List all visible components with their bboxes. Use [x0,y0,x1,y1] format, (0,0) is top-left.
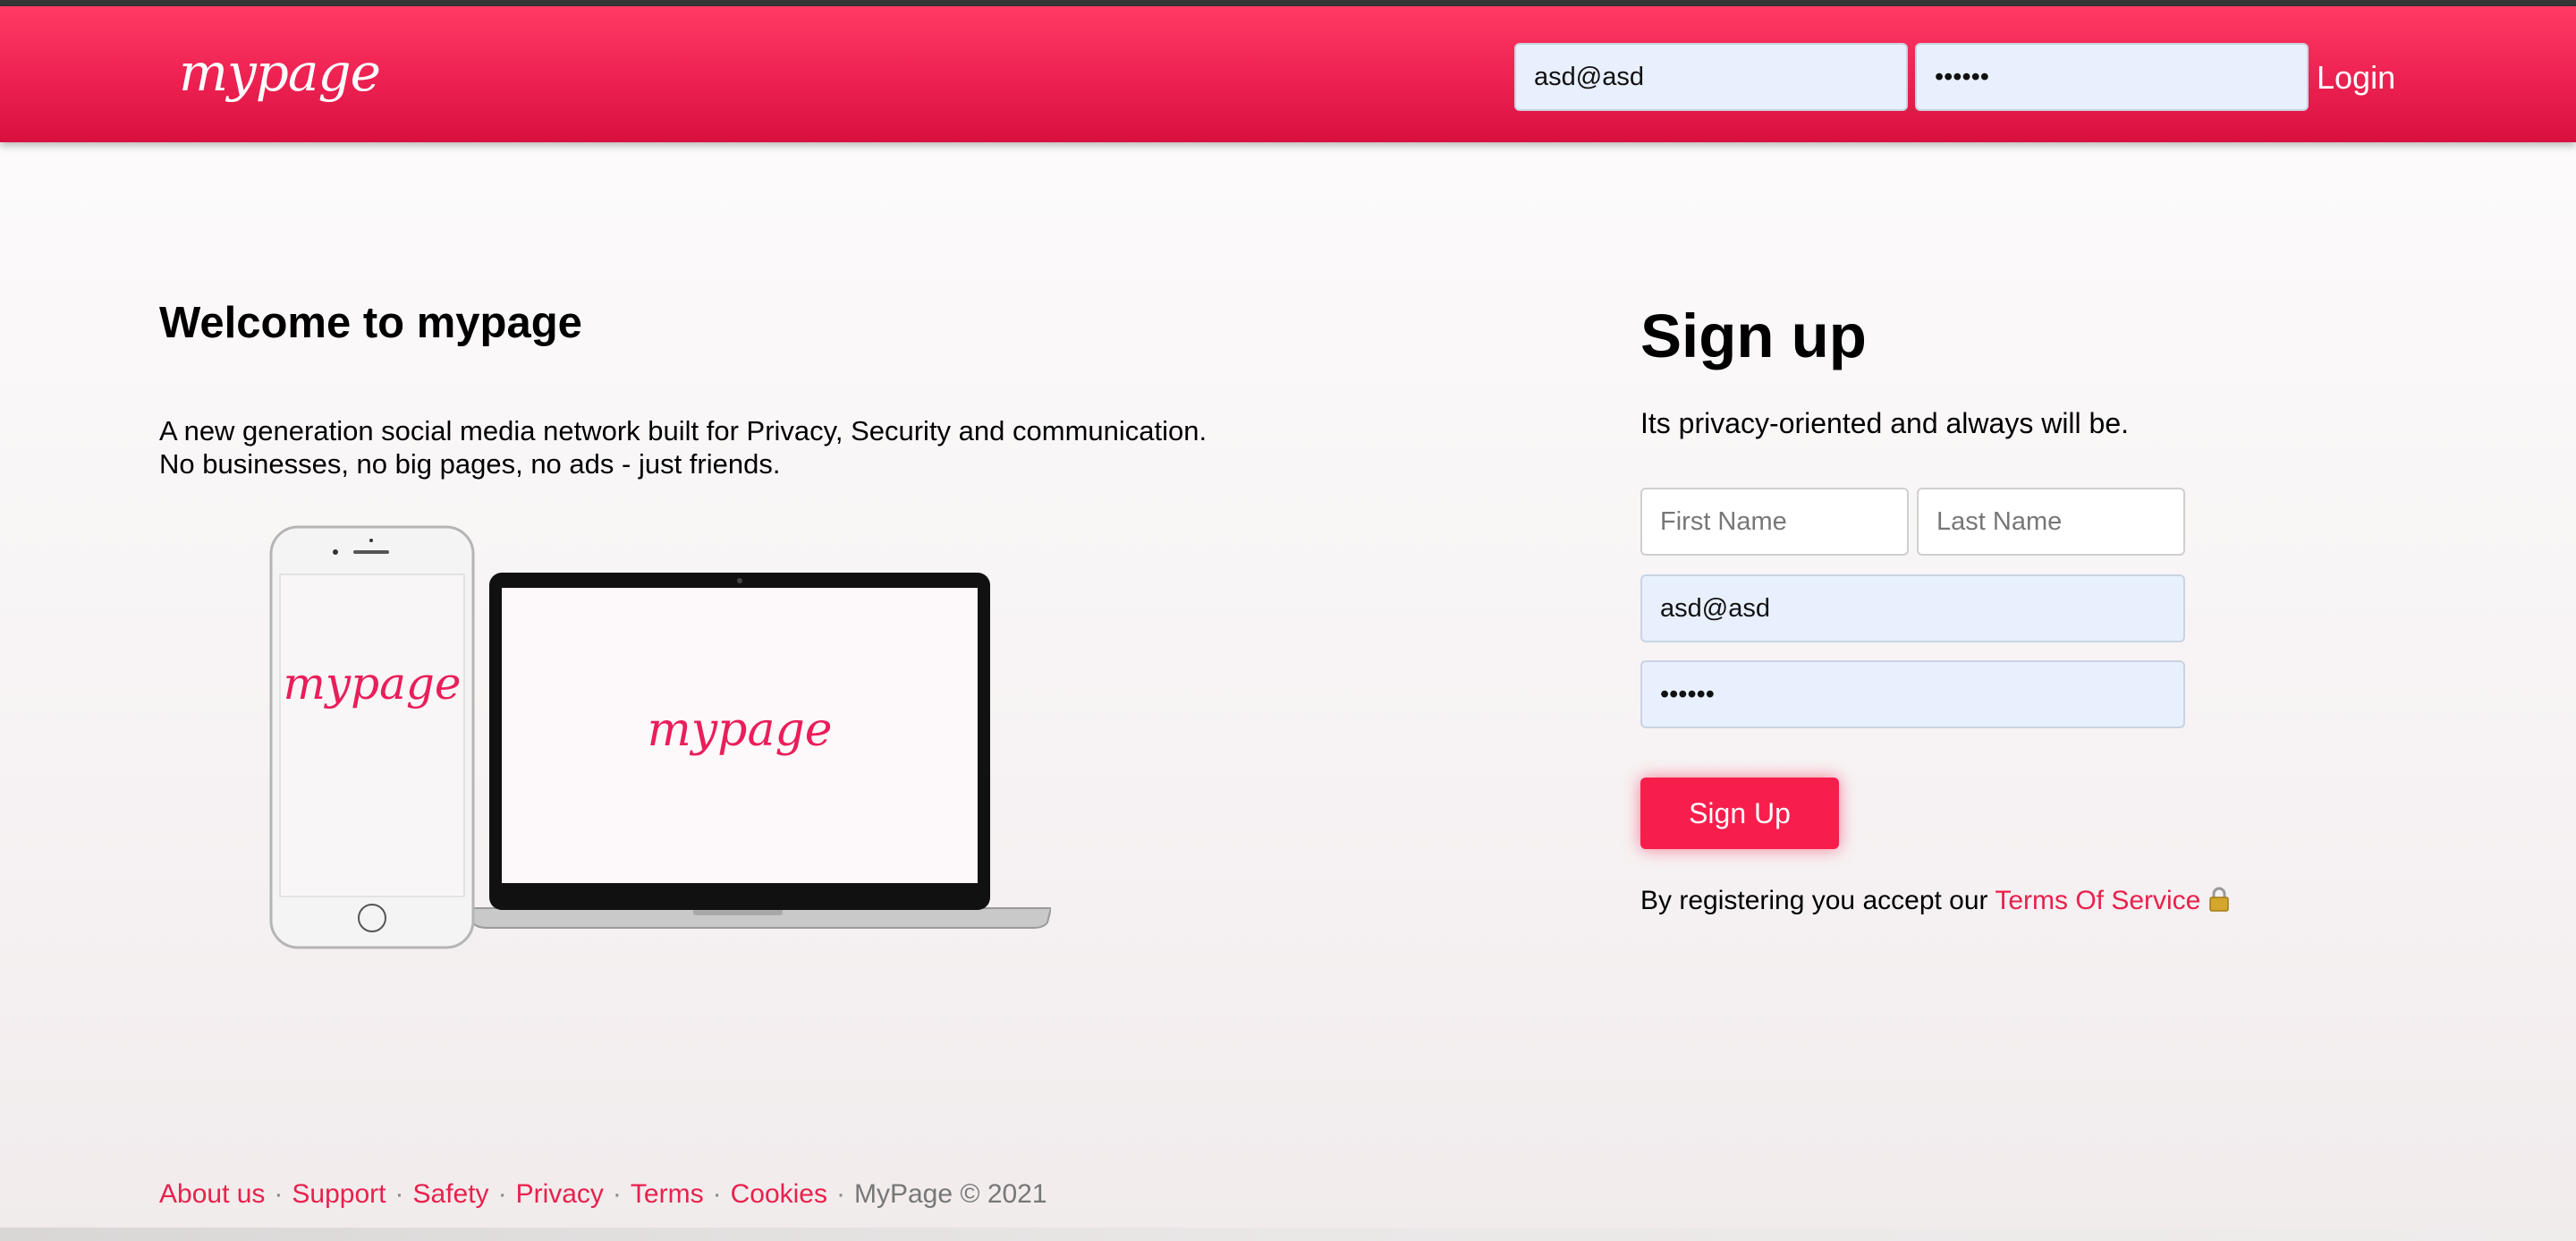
signup-title: Sign up [1640,302,1867,370]
laptop-logo: mypage [647,703,832,757]
signup-password-input[interactable] [1640,660,2185,728]
footer-separator: · [497,1179,507,1209]
footer-separator: · [274,1179,284,1209]
welcome-title: Welcome to mypage [159,299,582,347]
devices-image: mypage mypage [269,525,1053,949]
footer-link-safety[interactable]: Safety [413,1179,489,1209]
terms-notice: By registering you accept our Terms Of S… [1640,886,2231,920]
footer-link-privacy[interactable]: Privacy [516,1179,604,1209]
footer-separator: · [835,1179,845,1209]
devices-illustration: mypage mypage [264,523,1053,953]
header-logo[interactable]: mypage [179,42,381,103]
header-password-input[interactable] [1915,43,2309,111]
footer-link-support[interactable]: Support [292,1179,386,1209]
last-name-input[interactable] [1917,488,2185,556]
login-button[interactable]: Login [2317,51,2442,105]
welcome-description: A new generation social media network bu… [159,414,1207,480]
footer-separator: · [394,1179,404,1209]
welcome-line-1: A new generation social media network bu… [159,415,1208,446]
first-name-input[interactable] [1640,488,1909,556]
footer: About us · Support · Safety · Privacy · Terms · Co… [159,1179,1047,1210]
header-email-input[interactable] [1514,43,1908,111]
footer-separator: · [712,1179,722,1209]
top-header: mypage Login [0,6,2576,142]
footer-edge [0,1228,2576,1241]
signup-button[interactable]: Sign Up [1640,778,1839,849]
terms-prefix: By registering you accept our [1640,886,1996,915]
browser-edge [0,0,2576,6]
footer-link-terms[interactable]: Terms [631,1179,704,1209]
footer-copyright: MyPage © 2021 [853,1179,1047,1209]
welcome-line-2: No businesses, no big pages, no ads - ju… [159,448,781,480]
footer-separator: · [612,1179,622,1209]
footer-link-about[interactable]: About us [159,1179,265,1209]
signup-subtitle: Its privacy-oriented and always will be. [1640,407,2130,439]
footer-link-cookies[interactable]: Cookies [731,1179,827,1209]
terms-of-service-link[interactable]: Terms Of Service [1995,886,2200,915]
phone-logo: mypage [283,658,461,710]
signup-email-input[interactable] [1640,574,2185,642]
lock-icon [2207,886,2231,920]
